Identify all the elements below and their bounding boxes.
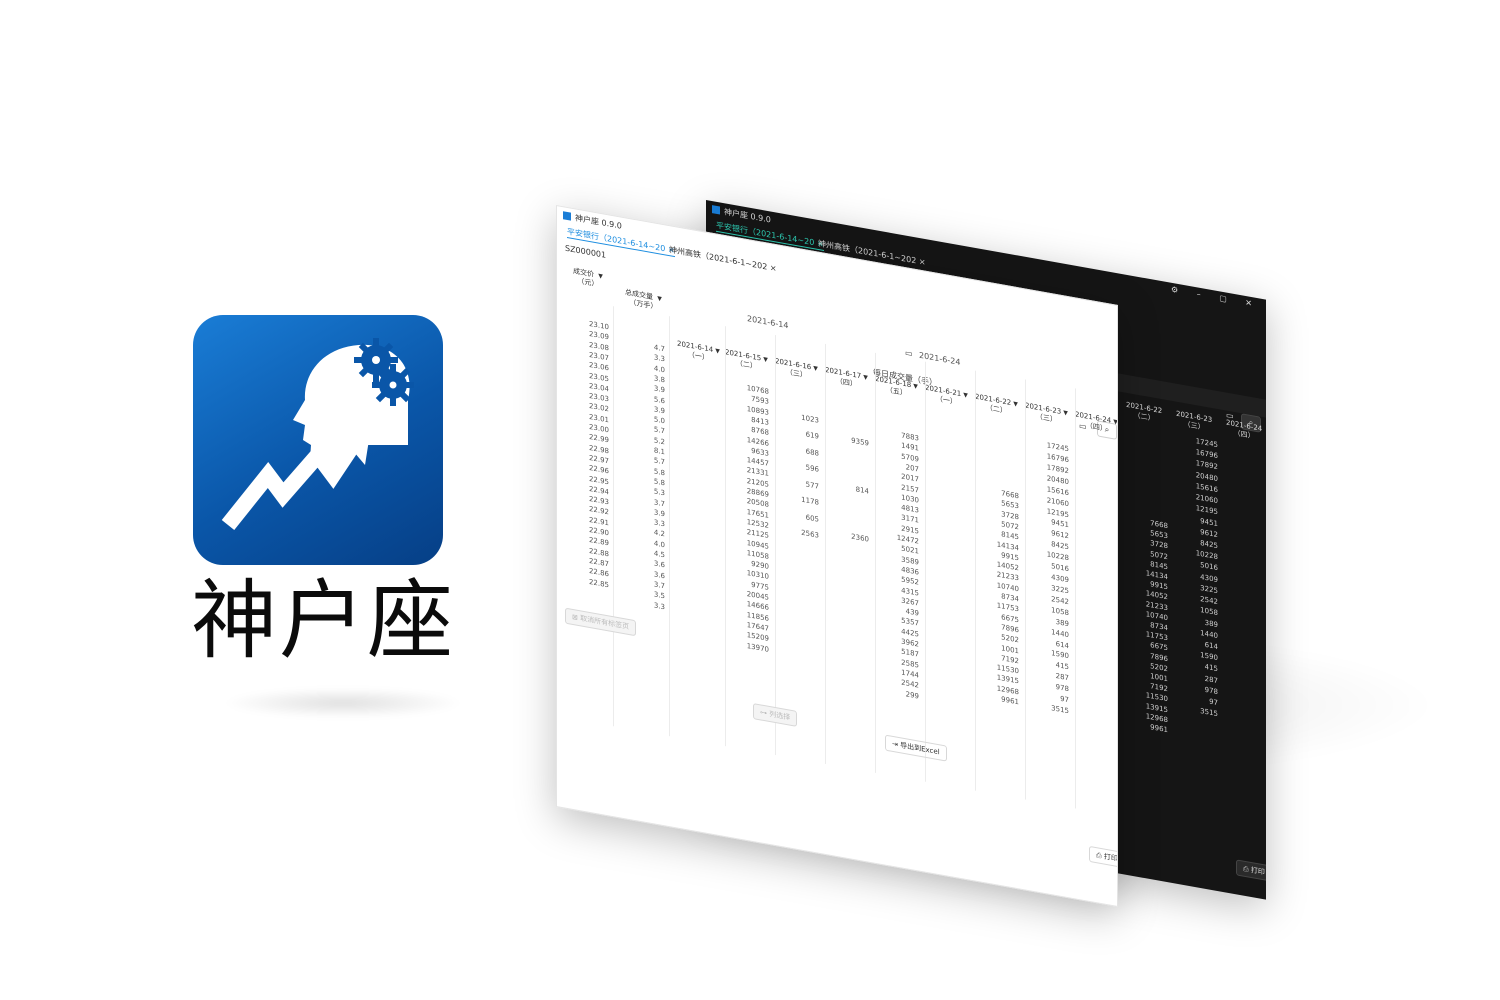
filter-icon[interactable]: ▼	[763, 356, 768, 364]
filter-icon[interactable]: ▼	[1113, 418, 1118, 426]
volume-cell: 605	[805, 513, 819, 524]
volume-cell: 1023	[801, 413, 819, 425]
app-icon	[712, 205, 720, 215]
column-divider	[775, 334, 776, 756]
print-button[interactable]: ⎙ 打印	[1089, 845, 1118, 869]
head-gear-arrow-icon	[221, 338, 414, 530]
volume-cell: 577	[805, 480, 819, 491]
stock-code: SZ000001	[565, 243, 607, 260]
app-name: 神户座	[191, 571, 455, 671]
print-button[interactable]: ⎙ 打印	[1236, 859, 1266, 882]
column-divider	[875, 352, 876, 773]
col-header-2021-6-15[interactable]: 2021-6-15 ▼ （二）	[725, 348, 768, 374]
export-excel-button[interactable]: ⇥ 导出到Excel	[885, 734, 947, 762]
col-header-2021-6-22[interactable]: 2021-6-22 ▼ （二）	[975, 393, 1018, 419]
filter-icon: ▼	[657, 295, 662, 303]
app-name-reflection	[223, 688, 463, 718]
close-all-tabs-button[interactable]: ⊠ 取消所有标签页	[565, 607, 637, 637]
col-header-2021-6-21[interactable]: 2021-6-21 ▼ （一）	[925, 384, 968, 410]
col-header-2021-6-17[interactable]: 2021-6-17 ▼ （四）	[825, 366, 868, 392]
filter-icon: ▼	[598, 272, 603, 281]
col-header-0623[interactable]: 2021-6-23 （三）	[1176, 410, 1212, 434]
filter-icon[interactable]: ▼	[813, 365, 818, 373]
total-header[interactable]: 总成交量 ▼ （万手）	[625, 288, 662, 313]
filter-icon[interactable]: ▼	[715, 347, 720, 355]
calendar-icon[interactable]: ▭	[905, 348, 913, 358]
filter-icon[interactable]: ▼	[863, 374, 868, 382]
volume-cell: 688	[805, 447, 819, 458]
col-header-2021-6-23[interactable]: 2021-6-23 ▼ （三）	[1025, 401, 1068, 427]
column-divider	[925, 361, 926, 782]
app-logo	[193, 315, 443, 565]
close-icon[interactable]: ×	[919, 257, 926, 267]
volume-cell: 814	[855, 485, 869, 496]
volume-cell: 9359	[851, 436, 869, 448]
start-date[interactable]: 2021-6-14	[747, 314, 788, 330]
col-header-2021-6-24[interactable]: 2021-6-24 ▼ （四）	[1075, 410, 1118, 436]
column-divider	[1075, 388, 1076, 809]
volume-cell: 1178	[801, 496, 819, 508]
price-header[interactable]: 成交价 ▼ （元）	[573, 267, 603, 290]
app-window-light: 神户座 0.9.0 平安银行（2021-6-14~20 × 神州高铁（2021-…	[556, 205, 1118, 908]
volume-cell: 619	[805, 430, 819, 442]
col-header-2021-6-14[interactable]: 2021-6-14 ▼ （一）	[677, 340, 720, 366]
volume-cell: 2563	[801, 528, 819, 541]
column-divider	[975, 370, 976, 791]
app-icon	[563, 211, 571, 221]
close-icon[interactable]: ×	[770, 263, 777, 273]
column-divider	[725, 326, 726, 747]
filter-icon[interactable]: ▼	[913, 383, 918, 391]
filter-icon[interactable]: ▼	[963, 391, 968, 399]
column-divider	[669, 316, 670, 737]
col-header-2021-6-16[interactable]: 2021-6-16 ▼ （三）	[775, 357, 818, 383]
column-divider	[613, 306, 614, 727]
filter-icon[interactable]: ▼	[1013, 400, 1018, 408]
filter-icon[interactable]: ▼	[1063, 409, 1068, 417]
volume-cell: 2360	[851, 532, 869, 544]
col-header-0622[interactable]: 2021-6-22 （二）	[1126, 401, 1162, 425]
volume-cell: 596	[805, 463, 819, 475]
column-divider	[825, 343, 826, 765]
column-divider	[1025, 379, 1026, 800]
